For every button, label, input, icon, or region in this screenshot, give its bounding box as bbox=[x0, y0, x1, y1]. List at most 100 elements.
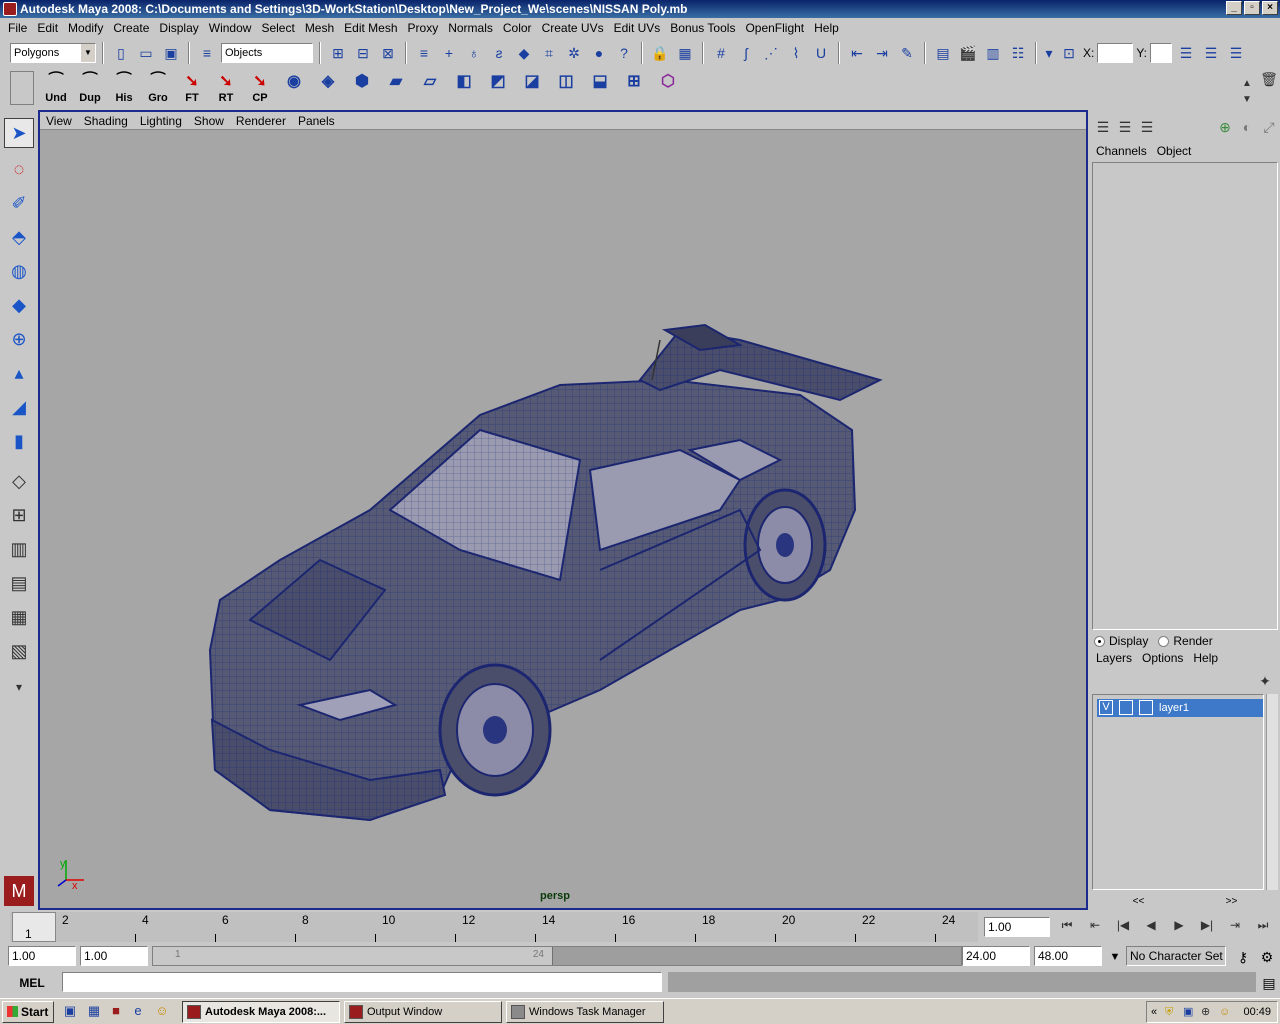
shelf-split-button[interactable]: ◩ bbox=[482, 72, 514, 106]
minimize-button[interactable]: _ bbox=[1226, 1, 1242, 15]
shelf-poly-plane-button[interactable]: ▱ bbox=[414, 72, 446, 106]
animation-start-field[interactable]: 1.00 bbox=[8, 946, 76, 966]
select-rendering-icon[interactable]: ● bbox=[588, 42, 610, 64]
panel-menu-show[interactable]: Show bbox=[194, 114, 224, 128]
taskbar-maya[interactable]: Autodesk Maya 2008:... bbox=[182, 1001, 340, 1023]
shelf-append-button[interactable]: ◫ bbox=[550, 72, 582, 106]
menu-select[interactable]: Select bbox=[257, 21, 300, 35]
show-tool-settings-icon[interactable]: ☰ bbox=[1114, 116, 1136, 138]
layer-help-menu[interactable]: Help bbox=[1193, 651, 1218, 665]
lasso-tool-icon[interactable]: ◌ bbox=[4, 154, 34, 184]
select-handles-icon[interactable]: + bbox=[438, 42, 460, 64]
menu-help[interactable]: Help bbox=[810, 21, 845, 35]
auto-key-icon[interactable]: ⚷ bbox=[1232, 946, 1254, 968]
shelf-tabs-menu[interactable] bbox=[10, 71, 34, 105]
menu-window[interactable]: Window bbox=[205, 21, 258, 35]
messenger-tray-icon[interactable]: ☺ bbox=[1219, 1002, 1230, 1022]
show-desktop-icon[interactable]: ▣ bbox=[62, 1003, 78, 1019]
input-ops-icon[interactable]: ⇤ bbox=[846, 42, 868, 64]
select-surfaces-icon[interactable]: ◆ bbox=[513, 42, 535, 64]
menu-color[interactable]: Color bbox=[499, 21, 538, 35]
panel-menu-view[interactable]: View bbox=[46, 114, 72, 128]
object-menu[interactable]: Object bbox=[1157, 144, 1192, 158]
select-hierarchy-icon[interactable]: ⊞ bbox=[327, 42, 349, 64]
time-slider[interactable]: 1 2 4 6 8 10 12 14 16 18 20 22 24 1.00 ⏮… bbox=[0, 912, 1280, 942]
select-deformations-icon[interactable]: ⌗ bbox=[538, 42, 560, 64]
channels-menu[interactable]: Channels bbox=[1096, 144, 1147, 158]
car-wireframe-model[interactable] bbox=[40, 130, 1086, 908]
step-back-frame-icon[interactable]: |◀ bbox=[1111, 914, 1135, 936]
snap-point-icon[interactable]: ⋰ bbox=[760, 42, 782, 64]
internet-explorer-icon[interactable]: e bbox=[130, 1003, 146, 1019]
render-settings-icon[interactable]: ☷ bbox=[1007, 42, 1029, 64]
menu-mesh[interactable]: Mesh bbox=[301, 21, 340, 35]
single-view-layout-icon[interactable]: ◇ bbox=[4, 466, 34, 496]
previous-button[interactable]: << bbox=[1133, 896, 1145, 908]
go-to-start-icon[interactable]: ⏮ bbox=[1055, 914, 1079, 936]
input-mode-arrow-icon[interactable]: ▾ bbox=[1043, 42, 1055, 64]
channel-box-icon[interactable]: ☰ bbox=[1225, 42, 1247, 64]
shelf-scroll-down-icon[interactable]: ▼ bbox=[1236, 88, 1258, 110]
command-language-label[interactable]: MEL bbox=[6, 974, 58, 992]
select-misc-icon[interactable]: ? bbox=[613, 42, 635, 64]
menu-file[interactable]: File bbox=[4, 21, 33, 35]
render-radio[interactable]: Render bbox=[1158, 634, 1213, 648]
play-forwards-icon[interactable]: ▶ bbox=[1167, 914, 1191, 936]
shelf-extrude-button[interactable]: ▰ bbox=[380, 72, 412, 106]
character-set-field[interactable]: No Character Set bbox=[1126, 946, 1226, 966]
step-forward-key-icon[interactable]: ⇥ bbox=[1223, 914, 1247, 936]
shelf-smooth-button[interactable]: ⊞ bbox=[618, 72, 650, 106]
last-tool-icon[interactable]: ▮ bbox=[4, 426, 34, 456]
menu-normals[interactable]: Normals bbox=[444, 21, 499, 35]
selection-mode-icon[interactable]: ≡ bbox=[196, 42, 218, 64]
character-menu-arrow-icon[interactable]: ▼ bbox=[1104, 946, 1126, 968]
display-radio[interactable]: Display bbox=[1094, 634, 1148, 648]
shelf-history-button[interactable]: ⁀ His bbox=[108, 72, 140, 106]
show-channel-box-icon[interactable]: ☰ bbox=[1136, 116, 1158, 138]
options-menu[interactable]: Options bbox=[1142, 651, 1183, 665]
menu-display[interactable]: Display bbox=[155, 21, 204, 35]
security-shield-icon[interactable]: ⛨ bbox=[1165, 1002, 1173, 1022]
absolute-transform-icon[interactable]: ⊡ bbox=[1058, 42, 1080, 64]
taskbar-task-manager[interactable]: Windows Task Manager bbox=[506, 1001, 664, 1023]
pin-icon[interactable]: ⤢ bbox=[1258, 116, 1280, 138]
persp-graph-hypershade-layout-icon[interactable]: ▧ bbox=[4, 636, 34, 666]
playback-end-field[interactable]: 24.00 bbox=[962, 946, 1030, 966]
menu-create[interactable]: Create bbox=[109, 21, 155, 35]
select-tool-icon[interactable]: ➤ bbox=[4, 118, 34, 148]
time-slider-track[interactable]: 1 2 4 6 8 10 12 14 16 18 20 22 24 bbox=[10, 912, 978, 942]
animation-end-field[interactable]: 48.00 bbox=[1034, 946, 1102, 966]
render-view-icon[interactable]: ▤ bbox=[932, 42, 954, 64]
layout-options-icon[interactable]: ▾ bbox=[4, 672, 34, 702]
next-button[interactable]: >> bbox=[1226, 896, 1238, 908]
layer-color-swatch[interactable] bbox=[1139, 700, 1153, 715]
snap-view-plane-icon[interactable]: ⌇ bbox=[785, 42, 807, 64]
new-scene-icon[interactable]: ▯ bbox=[110, 42, 132, 64]
shelf-bridge-button[interactable]: ◪ bbox=[516, 72, 548, 106]
step-back-key-icon[interactable]: ⇤ bbox=[1083, 914, 1107, 936]
tray-expand-button[interactable]: « bbox=[1151, 1002, 1157, 1022]
playback-start-field[interactable]: 1.00 bbox=[80, 946, 148, 966]
menu-proxy[interactable]: Proxy bbox=[404, 21, 445, 35]
select-object-icon[interactable]: ⊟ bbox=[352, 42, 374, 64]
channel-box-area[interactable] bbox=[1092, 162, 1278, 630]
shelf-poly-cube-button[interactable]: ◈ bbox=[312, 72, 344, 106]
panel-menu-shading[interactable]: Shading bbox=[84, 114, 128, 128]
hypershade-layout-icon[interactable]: ▦ bbox=[4, 602, 34, 632]
script-editor-icon[interactable]: ▤ bbox=[1258, 972, 1280, 994]
layer-list-scrollbar[interactable] bbox=[1266, 694, 1278, 890]
quick-launch-calendar-icon[interactable]: ▦ bbox=[86, 1003, 102, 1019]
rotate-tool-icon[interactable]: ◍ bbox=[4, 256, 34, 286]
shelf-proxy-button[interactable]: ⬡ bbox=[652, 72, 684, 106]
quick-launch-maya-icon[interactable]: ■ bbox=[108, 1003, 124, 1019]
menu-edit[interactable]: Edit bbox=[33, 21, 64, 35]
snap-grid-icon[interactable]: # bbox=[710, 42, 732, 64]
persp-outliner-layout-icon[interactable]: ▥ bbox=[4, 534, 34, 564]
shelf-center-pivot-button[interactable]: ➘ CP bbox=[244, 72, 276, 106]
show-manipulator-icon[interactable]: ◢ bbox=[4, 392, 34, 422]
step-forward-frame-icon[interactable]: ▶| bbox=[1195, 914, 1219, 936]
shelf-undo-button[interactable]: ⁀ Und bbox=[40, 72, 72, 106]
menu-edit-uvs[interactable]: Edit UVs bbox=[610, 21, 667, 35]
persp-graph-layout-icon[interactable]: ▤ bbox=[4, 568, 34, 598]
open-scene-icon[interactable]: ▭ bbox=[135, 42, 157, 64]
